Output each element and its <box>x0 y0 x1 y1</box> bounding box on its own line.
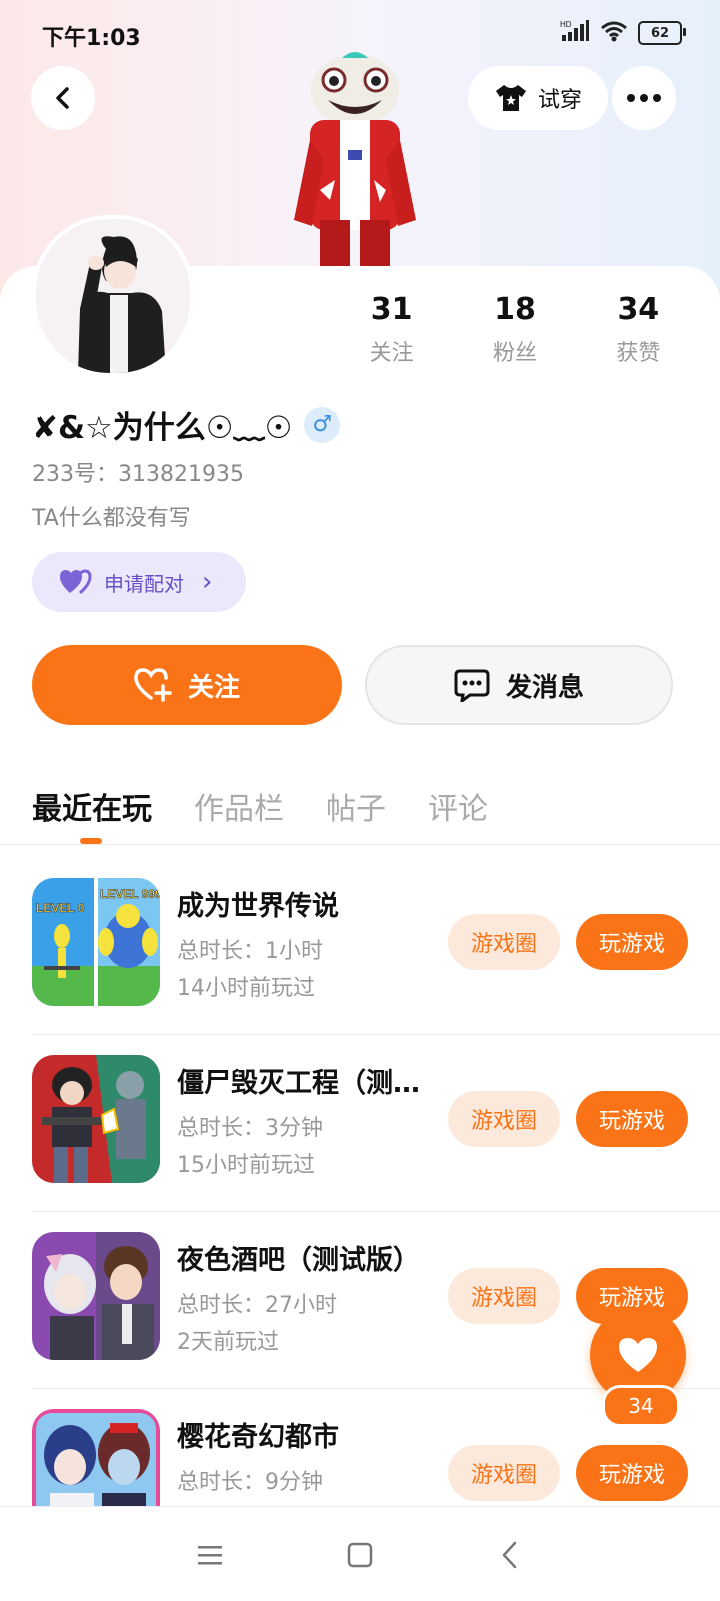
game-row[interactable]: 僵尸毁灭工程（测… 总时长：3分钟 15小时前玩过 游戏圈 玩游戏 <box>0 1035 720 1212</box>
game-row[interactable]: LEVEL 0 LEVEL 999 成为世界传说 总时长：1小时 14小时前玩过… <box>0 858 720 1035</box>
game-icon-night-bar <box>32 1232 160 1360</box>
send-message-button[interactable]: 发消息 <box>365 645 673 725</box>
profile-tabs: 最近在玩 作品栏 帖子 评论 <box>32 784 488 828</box>
chevron-left-icon <box>56 87 69 109</box>
like-count-badge: 34 <box>602 1385 680 1427</box>
game-duration: 总时长：9分钟 <box>177 1470 323 1495</box>
more-button[interactable] <box>612 66 676 130</box>
game-title: 僵尸毁灭工程（测… <box>177 1068 420 1099</box>
game-last-played: 2天前玩过 <box>177 1330 279 1355</box>
game-last-played: 15小时前玩过 <box>177 1153 315 1178</box>
game-duration: 总时长：27小时 <box>177 1293 337 1318</box>
wifi-icon <box>600 20 628 46</box>
svg-text:LEVEL 0: LEVEL 0 <box>36 901 85 915</box>
back-triangle-icon <box>502 1541 517 1569</box>
game-last-played: 14小时前玩过 <box>177 976 315 1001</box>
battery-indicator: 62 <box>638 21 686 45</box>
stat-followers[interactable]: 18 粉丝 <box>453 292 576 367</box>
network-label: HD <box>560 20 572 29</box>
tab-comments[interactable]: 评论 <box>428 784 488 828</box>
play-game-button[interactable]: 玩游戏 <box>576 1091 688 1147</box>
game-duration: 总时长：1小时 <box>177 939 323 964</box>
recent-games-list: LEVEL 0 LEVEL 999 成为世界传说 总时长：1小时 14小时前玩过… <box>0 858 720 1566</box>
user-nickname: ✘&☆为什么☉﹏☉ <box>32 410 293 446</box>
tab-divider <box>0 844 720 845</box>
game-circle-button[interactable]: 游戏圈 <box>448 1091 560 1147</box>
play-game-button[interactable]: 玩游戏 <box>576 914 688 970</box>
tab-recently-played[interactable]: 最近在玩 <box>32 784 152 828</box>
more-dots-icon <box>627 94 661 102</box>
status-time: 下午1:03 <box>42 26 141 51</box>
system-nav-bar <box>0 1506 720 1601</box>
play-game-button[interactable]: 玩游戏 <box>576 1445 688 1501</box>
game-title: 夜色酒吧（测试版） <box>177 1245 420 1276</box>
likes-label: 获赞 <box>616 341 661 366</box>
game-title: 樱花奇幻都市 <box>177 1422 339 1453</box>
home-nav-button[interactable] <box>340 1535 380 1575</box>
user-avatar[interactable] <box>32 215 194 377</box>
heart-icon <box>619 1338 657 1372</box>
game-title: 成为世界传说 <box>177 891 339 922</box>
game-icon-zombie-project <box>32 1055 160 1183</box>
avatar-character-figure <box>294 52 416 268</box>
request-pair-label: 申请配对 <box>104 571 184 596</box>
back-nav-button[interactable] <box>490 1535 530 1575</box>
game-circle-button[interactable]: 游戏圈 <box>448 1445 560 1501</box>
tryon-label: 试穿 <box>537 88 582 113</box>
svg-text:LEVEL 999: LEVEL 999 <box>100 887 160 901</box>
send-message-label: 发消息 <box>505 672 584 703</box>
back-button[interactable] <box>31 66 95 130</box>
chat-bubble-icon <box>454 669 490 702</box>
following-label: 关注 <box>369 341 414 366</box>
square-home-icon <box>347 1542 373 1568</box>
male-gender-icon: ♂ <box>304 406 341 443</box>
stat-likes[interactable]: 34 获赞 <box>577 292 700 367</box>
chevron-right-icon: › <box>202 567 213 597</box>
user-bio: TA什么都没有写 <box>32 506 191 531</box>
follow-button[interactable]: 关注 <box>32 645 342 725</box>
likes-count: 34 <box>617 292 660 327</box>
tshirt-icon <box>495 85 526 111</box>
tab-posts[interactable]: 帖子 <box>326 784 386 828</box>
avatar-illustration <box>36 219 190 373</box>
double-heart-icon <box>60 569 92 595</box>
followers-count: 18 <box>494 292 536 327</box>
stat-following[interactable]: 31 关注 <box>330 292 453 367</box>
signal-icon: HD <box>560 20 590 46</box>
game-circle-button[interactable]: 游戏圈 <box>448 914 560 970</box>
user-nickname-row: ✘&☆为什么☉﹏☉ ♂ <box>32 402 341 447</box>
tab-works[interactable]: 作品栏 <box>194 784 284 828</box>
game-circle-button[interactable]: 游戏圈 <box>448 1268 560 1324</box>
tryon-button[interactable]: 试穿 <box>468 66 608 130</box>
menu-nav-button[interactable] <box>190 1535 230 1575</box>
status-icons: HD 62 <box>560 20 686 46</box>
user-id: 233号：313821935 <box>32 462 244 487</box>
request-pair-button[interactable]: 申请配对 › <box>32 552 246 612</box>
game-duration: 总时长：3分钟 <box>177 1116 323 1141</box>
heart-plus-icon <box>134 668 172 702</box>
followers-label: 粉丝 <box>492 341 537 366</box>
follow-label: 关注 <box>187 672 240 703</box>
stats-row: 31 关注 18 粉丝 34 获赞 <box>330 292 700 367</box>
following-count: 31 <box>370 292 413 327</box>
game-icon-world-legend: LEVEL 0 LEVEL 999 <box>32 878 160 1006</box>
hamburger-menu-icon <box>198 1546 222 1565</box>
